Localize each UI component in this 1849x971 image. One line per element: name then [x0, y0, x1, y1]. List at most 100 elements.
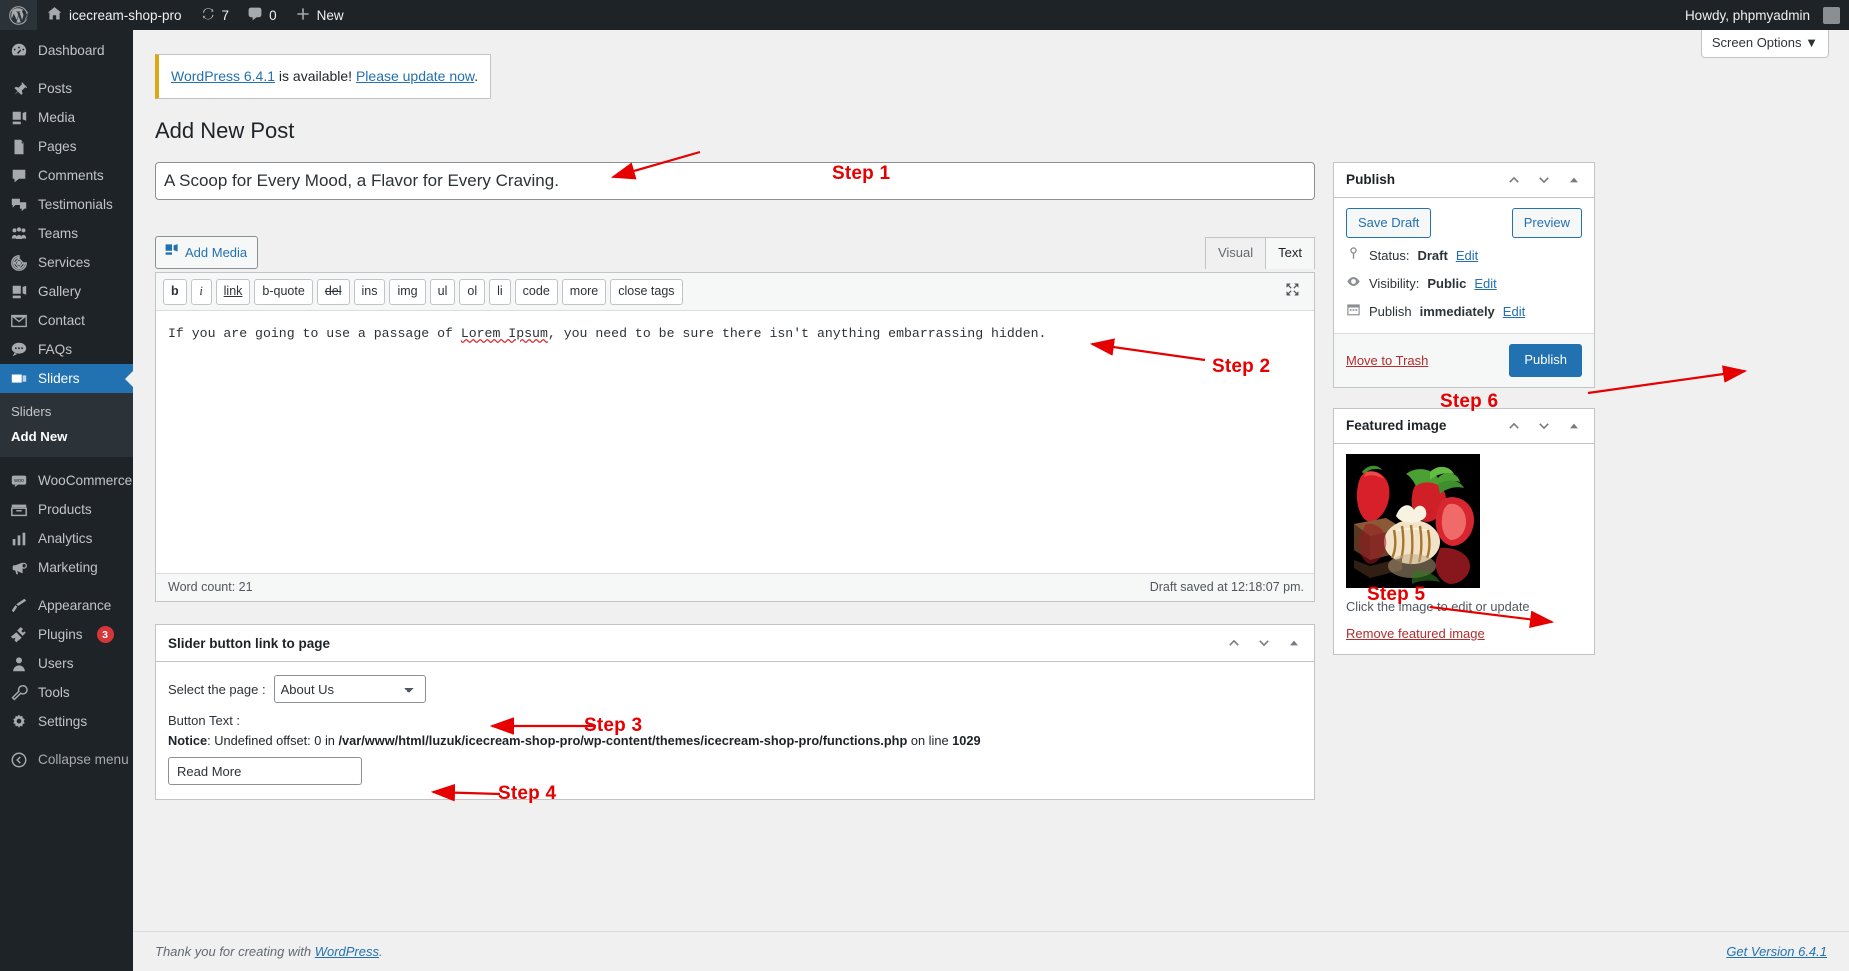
fullscreen-icon[interactable] — [1278, 279, 1307, 305]
quicktag-ol[interactable]: ol — [459, 279, 486, 305]
sidebar-label: Testimonials — [38, 197, 113, 212]
footer-thanks-pre: Thank you for creating with — [155, 944, 315, 959]
howdy-label: Howdy, phpmyadmin — [1684, 7, 1810, 23]
please-update-now-link[interactable]: Please update now — [356, 68, 474, 84]
metabox-header[interactable]: Slider button link to page — [156, 625, 1314, 663]
quicktag-ins[interactable]: ins — [353, 279, 386, 305]
metabox-toggle-button[interactable] — [1286, 635, 1302, 651]
add-media-button[interactable]: Add Media — [155, 235, 259, 270]
sidebar-item-posts[interactable]: Posts — [0, 74, 133, 103]
select-page-dropdown[interactable]: About Us — [273, 675, 426, 704]
sidebar-item-woocommerce[interactable]: woo WooCommerce — [0, 466, 133, 495]
sidebar-subitem-sliders[interactable]: Sliders — [0, 399, 133, 424]
sidebar-item-tools[interactable]: Tools — [0, 678, 133, 707]
remove-featured-image-link[interactable]: Remove featured image — [1346, 626, 1485, 641]
tab-visual[interactable]: Visual — [1204, 236, 1267, 270]
metabox-title: Slider button link to page — [168, 635, 330, 651]
publish-move-down-button[interactable] — [1536, 172, 1552, 188]
site-name-menu[interactable]: icecream-shop-pro — [37, 0, 191, 30]
quicktag-blockquote[interactable]: b-quote — [254, 279, 313, 305]
sidebar-item-appearance[interactable]: Appearance — [0, 591, 133, 620]
new-content-menu[interactable]: New — [286, 0, 353, 30]
page-wrap: WordPress 6.4.1 is available! Please upd… — [133, 30, 1849, 801]
wordpress-version-link[interactable]: WordPress 6.4.1 — [171, 68, 275, 84]
get-version-link[interactable]: Get Version 6.4.1 — [1726, 944, 1827, 959]
sidebar-item-analytics[interactable]: Analytics — [0, 524, 133, 553]
content-text-part1: If you are going to use a passage of — [168, 326, 461, 342]
quicktag-ul[interactable]: ul — [429, 279, 456, 305]
featured-image-thumbnail[interactable] — [1346, 453, 1480, 588]
comments-menu[interactable]: 0 — [238, 0, 286, 30]
sidebar-item-pages[interactable]: Pages — [0, 132, 133, 161]
title-field-wrap — [155, 161, 1315, 200]
quicktag-del[interactable]: del — [316, 279, 350, 305]
collapse-menu-label: Collapse menu — [38, 752, 129, 767]
quicktag-more[interactable]: more — [561, 279, 607, 305]
sidebar-item-sliders[interactable]: Sliders — [0, 364, 133, 393]
edit-status-link[interactable]: Edit — [1456, 248, 1478, 263]
sidebar-item-faqs[interactable]: FAQs — [0, 335, 133, 364]
post-content-textarea[interactable]: If you are going to use a passage of Lor… — [156, 311, 1314, 574]
move-to-trash-link[interactable]: Move to Trash — [1346, 353, 1428, 368]
publish-move-up-button[interactable] — [1506, 172, 1522, 188]
quicktag-code[interactable]: code — [514, 279, 558, 305]
edit-visibility-link[interactable]: Edit — [1474, 276, 1496, 291]
screen-options-button[interactable]: Screen Options ▼ — [1700, 30, 1829, 59]
quicktag-li[interactable]: li — [489, 279, 511, 305]
preview-button[interactable]: Preview — [1511, 207, 1582, 239]
sidebar-item-settings[interactable]: Settings — [0, 707, 133, 736]
tab-text[interactable]: Text — [1265, 236, 1315, 270]
quicktag-link[interactable]: link — [215, 279, 251, 305]
sidebar-item-services[interactable]: Services — [0, 248, 133, 277]
collapse-menu-button[interactable]: Collapse menu — [0, 745, 133, 774]
calendar-icon — [1346, 302, 1361, 320]
status-label: Status: — [1369, 247, 1410, 263]
post-title-input[interactable] — [155, 161, 1315, 200]
wordpress-link[interactable]: WordPress — [315, 944, 379, 959]
sidebar-item-testimonials[interactable]: Testimonials — [0, 190, 133, 219]
button-text-input[interactable] — [168, 757, 362, 786]
sidebar-item-teams[interactable]: Teams — [0, 219, 133, 248]
featured-toggle-button[interactable] — [1566, 418, 1582, 434]
sidebar-item-marketing[interactable]: Marketing — [0, 553, 133, 582]
featured-move-up-button[interactable] — [1506, 418, 1522, 434]
quicktag-italic[interactable]: i — [190, 279, 212, 305]
save-draft-button[interactable]: Save Draft — [1346, 207, 1432, 239]
sidebar-label: Appearance — [38, 598, 112, 613]
featured-move-down-button[interactable] — [1536, 418, 1552, 434]
featured-image-panel-header[interactable]: Featured image — [1334, 409, 1594, 444]
schedule-value: immediately — [1419, 303, 1495, 319]
sidebar-item-media[interactable]: Media — [0, 103, 133, 132]
plus-icon — [295, 6, 311, 25]
quicktag-bold[interactable]: b — [163, 279, 187, 305]
sidebar-item-products[interactable]: Products — [0, 495, 133, 524]
publish-panel-body: Save Draft Preview Status: Draft Edit Vi… — [1334, 198, 1594, 334]
annotation-step-6: Step 6 — [1440, 391, 1499, 412]
sidebar-item-contact[interactable]: Contact — [0, 306, 133, 335]
edit-schedule-link[interactable]: Edit — [1503, 304, 1525, 319]
my-account-menu[interactable]: Howdy, phpmyadmin — [1676, 0, 1849, 30]
featured-image-panel: Featured image Click the image to edit o… — [1333, 407, 1595, 655]
sidebar-item-gallery[interactable]: Gallery — [0, 277, 133, 306]
wordpress-logo-button[interactable] — [0, 0, 37, 30]
footer-thanks: Thank you for creating with WordPress. — [155, 944, 383, 959]
quicktag-img[interactable]: img — [389, 279, 426, 305]
sidebar-item-dashboard[interactable]: Dashboard — [0, 36, 133, 65]
sidebar-label: Marketing — [38, 560, 98, 575]
publish-toggle-button[interactable] — [1566, 172, 1582, 188]
metabox-move-down-button[interactable] — [1256, 635, 1272, 651]
select-page-label: Select the page : — [168, 681, 266, 697]
sidebar-item-comments[interactable]: Comments — [0, 161, 133, 190]
add-media-label: Add Media — [185, 244, 248, 260]
editor-status-bar: Word count: 21 Draft saved at 12:18:07 p… — [156, 573, 1314, 602]
metabox-move-up-button[interactable] — [1226, 635, 1242, 651]
sidebar-subitem-add-new[interactable]: Add New — [0, 424, 133, 449]
updates-menu[interactable]: 7 — [191, 0, 239, 30]
publish-panel-header[interactable]: Publish — [1334, 163, 1594, 198]
sidebar-item-plugins[interactable]: Plugins 3 — [0, 620, 133, 649]
quicktag-close-tags[interactable]: close tags — [610, 279, 683, 305]
gallery-icon — [9, 282, 29, 302]
sidebar-item-users[interactable]: Users — [0, 649, 133, 678]
sidebar-label: Products — [38, 502, 92, 517]
publish-button[interactable]: Publish — [1509, 344, 1582, 377]
